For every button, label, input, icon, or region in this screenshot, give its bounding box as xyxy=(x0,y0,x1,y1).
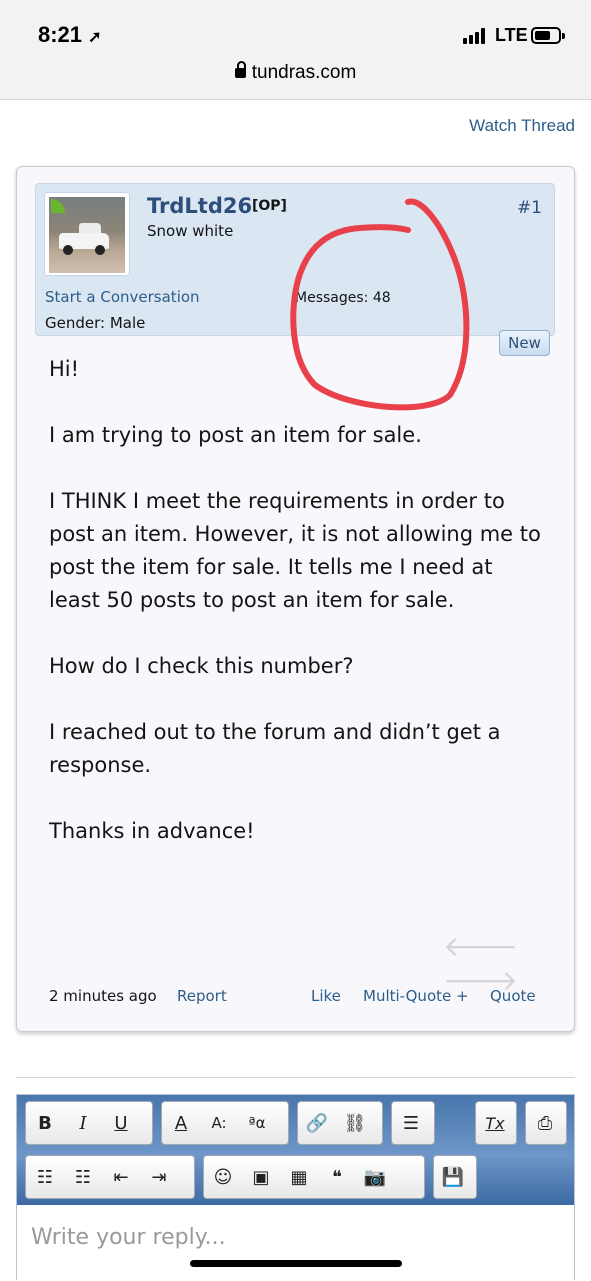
url-text: tundras.com xyxy=(251,62,357,83)
location-icon: ➚ xyxy=(88,29,102,46)
reply-editor: B I U A A: ªα 🔗 ⛓ ☰ Tx ⎙ ☷ ☷ ⇤ ⇥ ☺ ▣ ▦ ❝… xyxy=(16,1094,575,1281)
signal-icon xyxy=(463,28,489,44)
post-paragraph: Thanks in advance! xyxy=(49,819,255,843)
link-group: 🔗 ⛓ xyxy=(297,1101,383,1145)
italic-button[interactable]: I xyxy=(64,1103,102,1143)
status-time: 8:21 ➚ xyxy=(38,22,102,47)
outdent-icon[interactable]: ⇤ xyxy=(102,1157,140,1197)
text-color-button[interactable]: A xyxy=(162,1103,200,1143)
url-bar[interactable]: tundras.com xyxy=(0,61,591,84)
remove-format-button[interactable]: Tx xyxy=(476,1103,514,1143)
watch-thread-link[interactable]: Watch Thread xyxy=(469,116,575,136)
post-paragraph: I reached out to the forum and didn’t ge… xyxy=(49,720,501,777)
lock-icon xyxy=(234,61,246,78)
user-title: Snow white xyxy=(147,222,234,240)
numbered-list-icon[interactable]: ☷ xyxy=(64,1157,102,1197)
smilies-icon[interactable]: ☺ xyxy=(204,1157,242,1197)
username-link[interactable]: TrdLtd26 xyxy=(147,194,252,218)
font-family-button[interactable]: ªα xyxy=(238,1103,276,1143)
camera-icon[interactable]: 📷 xyxy=(356,1157,394,1197)
status-bar: 8:21 ➚ LTE tundras.com xyxy=(0,0,591,100)
home-indicator[interactable] xyxy=(190,1260,402,1267)
start-conversation-link[interactable]: Start a Conversation xyxy=(45,288,200,306)
save-draft-icon[interactable]: 💾 xyxy=(434,1157,472,1197)
avatar[interactable] xyxy=(44,192,130,276)
battery-icon xyxy=(531,27,565,44)
align-icon[interactable]: ☰ xyxy=(392,1103,430,1143)
multi-quote-link[interactable]: Multi-Quote + xyxy=(363,987,469,1005)
link-icon[interactable]: 🔗 xyxy=(298,1103,336,1143)
bulleted-list-icon[interactable]: ☷ xyxy=(26,1157,64,1197)
save-group: 💾 xyxy=(433,1155,477,1199)
quote-icon[interactable]: ❝ xyxy=(318,1157,356,1197)
gender-field: Gender: Male xyxy=(45,314,146,332)
bold-button[interactable]: B xyxy=(26,1103,64,1143)
toggle-group: ⎙ xyxy=(525,1101,567,1145)
reply-placeholder: Write your reply... xyxy=(31,1225,226,1250)
prev-arrow-icon[interactable]: 🡐 xyxy=(443,929,518,963)
quote-link[interactable]: Quote xyxy=(490,987,536,1005)
list-group: ☷ ☷ ⇤ ⇥ xyxy=(25,1155,195,1199)
network-label: LTE xyxy=(495,25,528,45)
red-circle-annotation xyxy=(290,198,470,411)
post-paragraph: I am trying to post an item for sale. xyxy=(49,423,422,447)
align-group: ☰ xyxy=(391,1101,435,1145)
reply-input[interactable]: Write your reply... xyxy=(17,1205,574,1281)
indent-icon[interactable]: ⇥ xyxy=(140,1157,178,1197)
post-number-link[interactable]: #1 xyxy=(517,198,542,218)
post-paragraph: I THINK I meet the requirements in order… xyxy=(49,489,541,612)
editor-toolbar: B I U A A: ªα 🔗 ⛓ ☰ Tx ⎙ ☷ ☷ ⇤ ⇥ ☺ ▣ ▦ ❝… xyxy=(17,1095,574,1205)
post-paragraph: How do I check this number? xyxy=(49,654,354,678)
divider xyxy=(16,1077,575,1078)
format-group: B I U xyxy=(25,1101,153,1145)
unlink-icon[interactable]: ⛓ xyxy=(336,1103,374,1143)
like-link[interactable]: Like xyxy=(311,987,341,1005)
font-size-button[interactable]: A: xyxy=(200,1103,238,1143)
report-link[interactable]: Report xyxy=(177,987,227,1005)
media-icon[interactable]: ▦ xyxy=(280,1157,318,1197)
remove-format-group: Tx xyxy=(475,1101,517,1145)
font-group: A A: ªα xyxy=(161,1101,289,1145)
image-icon[interactable]: ▣ xyxy=(242,1157,280,1197)
post-timestamp[interactable]: 2 minutes ago xyxy=(49,987,157,1005)
insert-group: ☺ ▣ ▦ ❝ 📷 xyxy=(203,1155,425,1199)
op-tag: [OP] xyxy=(252,198,287,214)
underline-button[interactable]: U xyxy=(102,1103,140,1143)
toggle-source-icon[interactable]: ⎙ xyxy=(526,1103,564,1143)
post-body: Hi! I am trying to post an item for sale… xyxy=(49,353,549,881)
